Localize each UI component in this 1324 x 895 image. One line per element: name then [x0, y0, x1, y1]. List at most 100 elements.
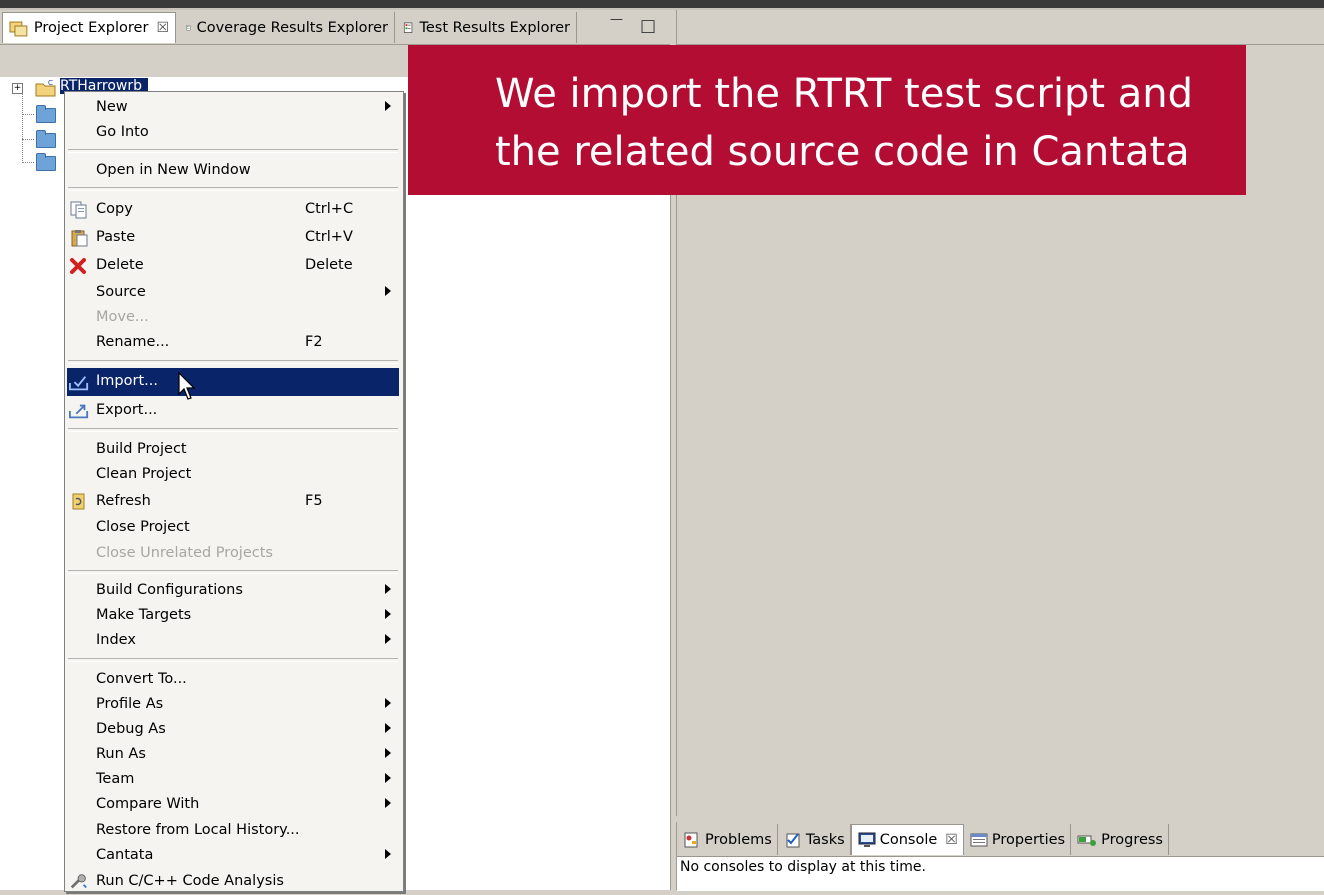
menu-item-label: New	[96, 99, 128, 115]
close-icon[interactable]: ☒	[945, 832, 958, 848]
menu-item-label: Index	[96, 632, 136, 648]
menu-item-label: Compare With	[96, 796, 199, 812]
tab-problems[interactable]: Problems	[677, 824, 778, 855]
menu-item-run-as[interactable]: Run As	[65, 742, 401, 768]
menu-item-import[interactable]: Import...	[67, 368, 399, 396]
menu-item-refresh[interactable]: Refresh F5	[65, 489, 401, 515]
menu-separator	[68, 187, 398, 191]
tab-label: Tasks	[806, 832, 845, 848]
menu-item-open-in-new-window[interactable]: Open in New Window	[65, 158, 401, 184]
bottom-panel: Problems Tasks Console ☒ Properties Prog…	[676, 822, 1324, 890]
tree-guide	[22, 139, 34, 141]
menu-item-clean-project[interactable]: Clean Project	[65, 462, 401, 488]
mouse-cursor-icon	[177, 372, 197, 402]
test-results-icon	[403, 19, 414, 37]
menu-item-shortcut: F5	[305, 493, 323, 509]
menu-item-label: Export...	[96, 402, 157, 418]
submenu-arrow-icon	[385, 748, 391, 758]
tree-guide	[22, 114, 34, 116]
console-body: No consoles to display at this time.	[677, 856, 1324, 891]
caption-line: the related source code in Cantata	[495, 123, 1246, 181]
c-project-folder-icon: C	[35, 79, 57, 97]
folder-icon[interactable]	[36, 133, 56, 148]
menu-item-label: Import...	[96, 373, 158, 389]
menu-item-close-project[interactable]: Close Project	[65, 515, 401, 541]
submenu-arrow-icon	[385, 723, 391, 733]
console-icon	[858, 831, 876, 849]
menu-item-run-code-analysis[interactable]: Run C/C++ Code Analysis	[65, 869, 401, 895]
menu-item-new[interactable]: New	[65, 95, 401, 121]
menu-item-go-into[interactable]: Go Into	[65, 120, 401, 146]
tab-label: Progress	[1101, 832, 1163, 848]
submenu-arrow-icon	[385, 634, 391, 644]
menu-item-build-configurations[interactable]: Build Configurations	[65, 578, 401, 604]
menu-item-shortcut: Delete	[305, 257, 353, 273]
maximize-icon[interactable]: □	[640, 16, 656, 36]
tab-label: Properties	[992, 832, 1065, 848]
minimize-icon[interactable]: —	[610, 12, 623, 27]
menu-item-team[interactable]: Team	[65, 767, 401, 793]
left-view-tab-bar: Project Explorer ☒ Coverage Results Expl…	[0, 10, 670, 45]
caption-banner: We import the RTRT test script and the r…	[408, 45, 1246, 195]
menu-item-label: Close Unrelated Projects	[96, 545, 273, 561]
tab-progress[interactable]: Progress	[1071, 824, 1169, 855]
submenu-arrow-icon	[385, 286, 391, 296]
svg-text:C: C	[48, 79, 53, 87]
refresh-icon	[69, 493, 89, 511]
submenu-arrow-icon	[385, 101, 391, 111]
close-icon[interactable]: ☒	[156, 20, 169, 36]
menu-item-export[interactable]: Export...	[65, 398, 401, 424]
menu-item-cantata[interactable]: Cantata	[65, 843, 401, 869]
tab-label: Test Results Explorer	[419, 20, 570, 36]
coverage-icon	[186, 19, 192, 37]
menu-separator	[68, 428, 398, 432]
menu-item-label: Team	[96, 771, 134, 787]
menu-item-convert-to[interactable]: Convert To...	[65, 667, 401, 693]
tab-coverage-results-explorer[interactable]: Coverage Results Explorer	[180, 12, 395, 43]
menu-separator	[68, 658, 398, 662]
tab-project-explorer[interactable]: Project Explorer ☒	[2, 12, 176, 43]
menu-item-label: Clean Project	[96, 466, 191, 482]
menu-item-label: Cantata	[96, 847, 153, 863]
menu-item-label: Make Targets	[96, 607, 191, 623]
menu-item-index[interactable]: Index	[65, 628, 401, 654]
menu-item-make-targets[interactable]: Make Targets	[65, 603, 401, 629]
tab-properties[interactable]: Properties	[964, 824, 1071, 855]
menu-item-paste[interactable]: Paste Ctrl+V	[65, 225, 401, 251]
tab-test-results-explorer[interactable]: Test Results Explorer	[397, 12, 577, 43]
tab-label: Problems	[705, 832, 772, 848]
menu-item-source[interactable]: Source	[65, 280, 401, 306]
tree-guide	[22, 93, 24, 161]
menu-separator	[68, 149, 398, 153]
folder-icon[interactable]	[36, 156, 56, 171]
copy-icon	[69, 201, 89, 219]
menu-item-label: Build Project	[96, 441, 187, 457]
menu-item-debug-as[interactable]: Debug As	[65, 717, 401, 743]
menu-separator	[68, 570, 398, 574]
menu-item-label: Refresh	[96, 493, 151, 509]
tab-tasks[interactable]: Tasks	[778, 824, 851, 855]
delete-icon	[69, 257, 89, 275]
menu-item-shortcut: Ctrl+C	[305, 201, 353, 217]
menu-separator	[68, 360, 398, 364]
menu-item-copy[interactable]: Copy Ctrl+C	[65, 197, 401, 223]
menu-item-profile-as[interactable]: Profile As	[65, 692, 401, 718]
window-top-strip	[0, 0, 1324, 10]
tree-guide	[22, 162, 34, 164]
menu-item-rename[interactable]: Rename... F2	[65, 330, 401, 356]
menu-item-label: Debug As	[96, 721, 166, 737]
menu-item-label: Close Project	[96, 519, 190, 535]
folder-icon[interactable]	[36, 108, 56, 123]
menu-item-close-unrelated-projects: Close Unrelated Projects	[65, 541, 401, 567]
menu-item-label: Delete	[96, 257, 144, 273]
tab-console[interactable]: Console ☒	[851, 824, 964, 855]
menu-item-compare-with[interactable]: Compare With	[65, 792, 401, 818]
code-analysis-icon	[69, 873, 89, 891]
tasks-icon	[784, 831, 802, 849]
menu-item-restore-from-local-history[interactable]: Restore from Local History...	[65, 818, 401, 844]
menu-item-delete[interactable]: Delete Delete	[65, 253, 401, 279]
menu-item-label: Source	[96, 284, 146, 300]
context-menu: New Go Into Open in New Window Copy Ctrl…	[64, 91, 404, 892]
tab-label: Project Explorer	[34, 20, 149, 36]
menu-item-build-project[interactable]: Build Project	[65, 437, 401, 463]
